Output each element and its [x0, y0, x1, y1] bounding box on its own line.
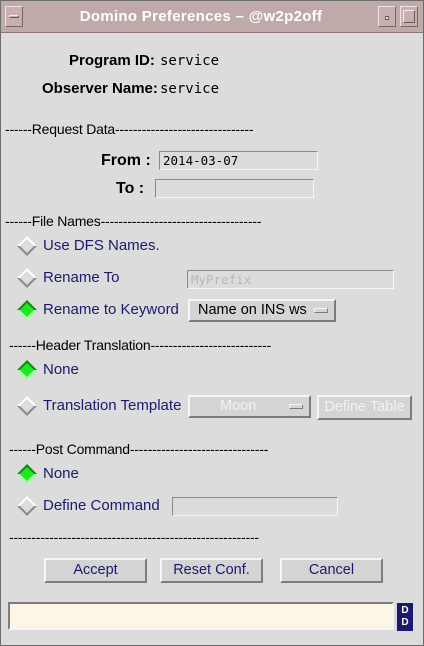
maximize-button[interactable]: [400, 6, 418, 27]
option-menu-indicator-icon: [289, 404, 303, 409]
observer-name-value: service: [160, 81, 220, 97]
minimize-icon: [385, 16, 389, 20]
preferences-window: Domino Preferences – @w2p2off Program ID…: [0, 0, 424, 646]
translation-none-label[interactable]: None: [43, 361, 79, 378]
keyword-option-value: Name on INS ws: [198, 302, 307, 318]
maximize-icon: [403, 10, 415, 23]
from-label: From :: [101, 152, 151, 169]
define-table-button[interactable]: Define Table: [317, 395, 412, 420]
template-option-menu[interactable]: Moon: [188, 395, 311, 418]
rename-keyword-radio[interactable]: [17, 300, 37, 320]
window-title: Domino Preferences – @w2p2off: [79, 8, 323, 25]
to-date-input[interactable]: [155, 179, 314, 198]
dd-logo-icon[interactable]: D D: [397, 603, 413, 631]
program-id-label: Program ID:: [69, 52, 155, 69]
define-command-radio[interactable]: [17, 496, 37, 516]
rename-keyword-label[interactable]: Rename to Keyword: [43, 301, 179, 318]
post-command-separator: ------Post Command----------------------…: [9, 441, 269, 457]
reset-conf-button[interactable]: Reset Conf.: [160, 558, 263, 583]
observer-name-label: Observer Name:: [42, 80, 158, 97]
template-option-value: Moon: [220, 398, 257, 414]
define-command-input[interactable]: [172, 497, 338, 516]
use-dfs-label[interactable]: Use DFS Names.: [43, 237, 160, 254]
accept-button[interactable]: Accept: [44, 558, 147, 583]
title-bar[interactable]: Domino Preferences – @w2p2off: [1, 1, 423, 33]
post-none-radio[interactable]: [17, 464, 37, 484]
from-date-input[interactable]: 2014-03-07: [159, 151, 318, 170]
option-menu-indicator-icon: [314, 308, 328, 313]
minimize-button[interactable]: [378, 6, 396, 27]
to-label: To :: [116, 180, 145, 197]
use-dfs-radio[interactable]: [17, 236, 37, 256]
rename-to-radio[interactable]: [17, 268, 37, 288]
request-data-separator: ------Request Data----------------------…: [5, 121, 254, 137]
program-id-value: service: [160, 53, 220, 69]
post-none-label[interactable]: None: [43, 465, 79, 482]
window-menu-button[interactable]: [5, 6, 23, 27]
footer-separator: ----------------------------------------…: [9, 529, 259, 545]
keyword-option-menu[interactable]: Name on INS ws: [188, 299, 336, 322]
menu-bar-icon: [9, 15, 19, 18]
rename-to-label[interactable]: Rename To: [43, 269, 119, 286]
header-translation-separator: ------Header Translation----------------…: [9, 337, 271, 353]
rename-prefix-input[interactable]: MyPrefix: [187, 270, 394, 289]
file-names-separator: ------File Names------------------------…: [5, 213, 262, 229]
status-bar: [8, 602, 394, 630]
define-command-label[interactable]: Define Command: [43, 497, 160, 514]
translation-template-label[interactable]: Translation Template: [43, 397, 181, 414]
cancel-button[interactable]: Cancel: [280, 558, 383, 583]
translation-none-radio[interactable]: [17, 360, 37, 380]
translation-template-radio[interactable]: [17, 396, 37, 416]
